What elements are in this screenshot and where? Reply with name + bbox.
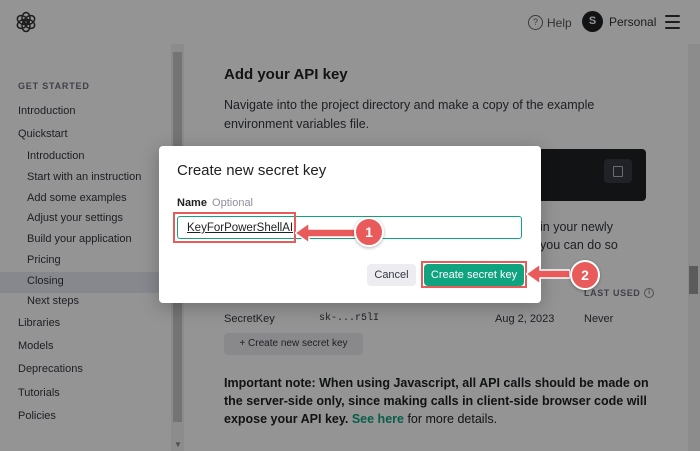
annotation-arrow-2: [526, 263, 570, 285]
annotation-badge-1: 1: [354, 217, 384, 247]
cancel-button[interactable]: Cancel: [367, 264, 416, 286]
annotation-arrow-1: [295, 222, 355, 244]
optional-label: Optional: [212, 197, 254, 209]
annotation-badge-2: 2: [570, 260, 600, 290]
annotation-highlight-create: [421, 261, 527, 288]
annotation-highlight-input: [173, 212, 296, 243]
dialog-title: Create new secret key: [177, 162, 327, 179]
name-field-label: Name Optional: [177, 197, 253, 209]
name-label: Name: [177, 197, 207, 209]
